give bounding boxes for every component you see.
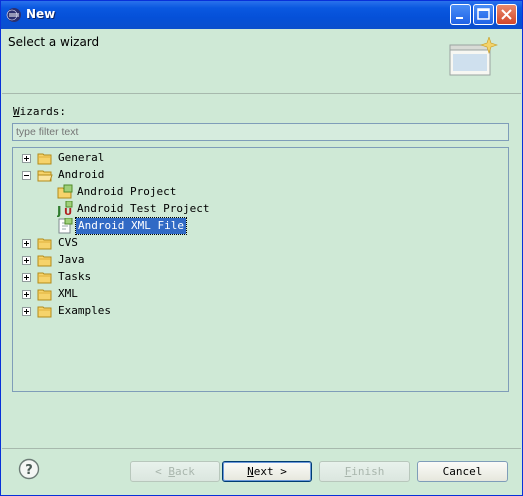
new-wizard-banner-icon [449, 37, 498, 76]
close-button[interactable] [496, 4, 517, 25]
svg-text:U: U [64, 207, 72, 217]
wizard-tree[interactable]: General Android Android Project JU Andro… [12, 147, 509, 392]
folder-open-icon [37, 170, 53, 182]
close-icon [501, 9, 512, 20]
folder-icon [37, 255, 52, 267]
expand-icon[interactable] [22, 154, 31, 163]
cancel-button[interactable]: Cancel [417, 461, 508, 482]
new-wizard-dialog: New Select a wizard Wizards: General [0, 0, 523, 496]
collapse-icon[interactable] [22, 171, 31, 180]
maximize-icon [477, 8, 490, 20]
filter-input[interactable] [12, 123, 509, 141]
next-button[interactable]: Next > [222, 461, 312, 482]
junit-test-icon: JU [57, 201, 73, 217]
svg-text:?: ? [25, 463, 33, 478]
folder-icon [37, 272, 52, 284]
expand-icon[interactable] [22, 273, 31, 282]
window-title: New [26, 7, 56, 21]
expand-icon[interactable] [22, 239, 31, 248]
folder-icon [37, 289, 52, 301]
folder-icon [37, 153, 52, 165]
folder-icon [37, 306, 52, 318]
footer-separator [2, 448, 521, 449]
expand-icon[interactable] [22, 290, 31, 299]
xml-file-icon [58, 218, 73, 234]
folder-icon [37, 238, 52, 250]
maximize-button[interactable] [473, 4, 494, 25]
minimize-icon [456, 17, 463, 19]
minimize-button[interactable] [450, 4, 471, 25]
finish-button[interactable]: Finish [319, 461, 410, 482]
android-project-icon [57, 184, 73, 199]
expand-icon[interactable] [22, 307, 31, 316]
expand-icon[interactable] [22, 256, 31, 265]
title-bar[interactable]: New [1, 1, 522, 29]
svg-text:J: J [57, 204, 61, 217]
page-title: Select a wizard [8, 35, 100, 49]
help-icon[interactable]: ? [18, 458, 40, 480]
wizards-label: Wizards: [13, 105, 66, 118]
wizard-header: Select a wizard [2, 29, 521, 94]
eclipse-icon [6, 8, 21, 22]
back-button[interactable]: < Back [130, 461, 220, 482]
